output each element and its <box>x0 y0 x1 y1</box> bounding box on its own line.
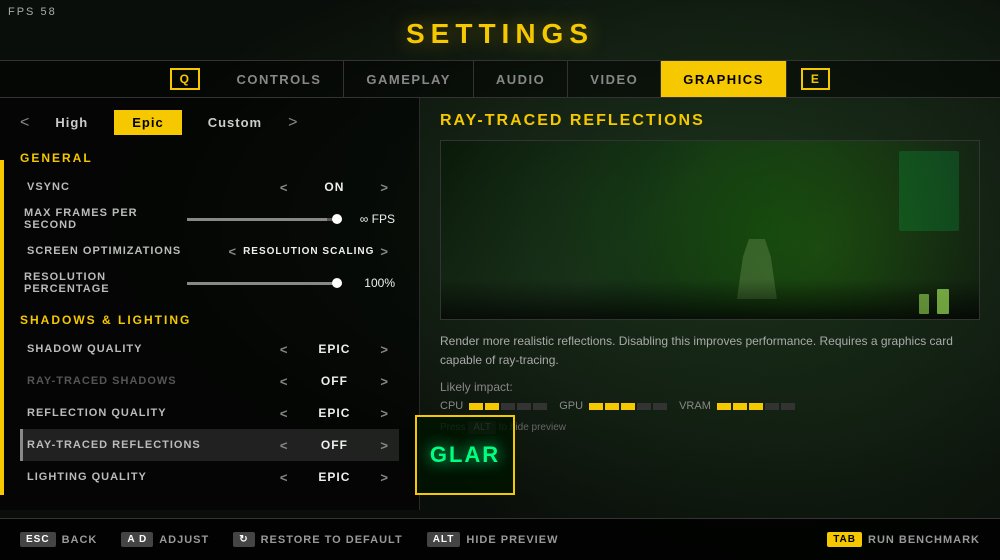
preview-description: Render more realistic reflections. Disab… <box>440 332 980 370</box>
yellow-accent-bar <box>0 160 4 495</box>
game-panel: GLAR <box>415 415 515 495</box>
vram-bars <box>717 403 795 410</box>
rayrefl-left-arrow[interactable]: < <box>280 438 289 453</box>
shadowq-right-arrow[interactable]: > <box>380 342 389 357</box>
preset-prev-arrow[interactable]: < <box>20 114 29 132</box>
preset-epic[interactable]: Epic <box>114 110 181 135</box>
shadowq-left-arrow[interactable]: < <box>280 342 289 357</box>
nav-item-controls[interactable]: CONTROLS <box>214 61 344 97</box>
rayrefl-right-arrow[interactable]: > <box>380 438 389 453</box>
action-hide-preview: ALT HIDE PREVIEW <box>427 532 559 547</box>
max-frames-track[interactable] <box>187 218 342 221</box>
reflq-right-arrow[interactable]: > <box>380 406 389 421</box>
screenopt-right-arrow[interactable]: > <box>380 244 389 259</box>
setting-shadow-quality: SHADOW QUALITY < Epic > <box>20 333 399 365</box>
impact-row: CPU GPU <box>440 400 980 412</box>
lightq-left-arrow[interactable]: < <box>280 470 289 485</box>
impact-vram: VRAM <box>679 400 795 412</box>
key-alt: ALT <box>427 532 461 547</box>
general-header: GENERAL <box>20 143 399 171</box>
nav-item-video[interactable]: VIDEO <box>568 61 661 97</box>
impact-gpu: GPU <box>559 400 667 412</box>
hide-preview-hint: Press ALT to hide preview <box>440 422 980 433</box>
action-benchmark: TAB RUN BENCHMARK <box>827 532 980 547</box>
bottom-bar: ESC BACK A D ADJUST ↻ RESTORE TO DEFAULT… <box>0 518 1000 560</box>
nav-item-graphics[interactable]: GRAPHICS <box>661 61 787 97</box>
reflq-left-arrow[interactable]: < <box>280 406 289 421</box>
vsync-left-arrow[interactable]: < <box>280 180 289 195</box>
action-restore: ↻ RESTORE TO DEFAULT <box>233 532 402 547</box>
setting-resolution: RESOLUTION PERCENTAGE 100% <box>20 267 399 299</box>
setting-vsync: VSYNC < On > <box>20 171 399 203</box>
setting-screen-opt: SCREEN OPTIMIZATIONS < RESOLUTION SCALIN… <box>20 235 399 267</box>
key-ad: A D <box>121 532 153 547</box>
preview-image <box>440 140 980 320</box>
key-restore-icon: ↻ <box>233 532 254 547</box>
setting-lighting-quality: LIGHTING QUALITY < Epic > <box>20 461 399 493</box>
preset-row: < High Epic Custom > <box>20 98 399 143</box>
game-panel-text: GLAR <box>430 442 500 468</box>
preset-high[interactable]: High <box>37 110 106 135</box>
preset-next-arrow[interactable]: > <box>288 114 297 132</box>
nav-key-left[interactable]: Q <box>156 61 215 97</box>
screenopt-left-arrow[interactable]: < <box>228 244 237 259</box>
cpu-bars <box>469 403 547 410</box>
resolution-track[interactable] <box>187 282 342 285</box>
nav-bar: Q CONTROLS GAMEPLAY AUDIO VIDEO GRAPHICS… <box>0 60 1000 98</box>
setting-max-frames: MAX FRAMES PER SECOND ∞ FPS <box>20 203 399 235</box>
impact-label: Likely impact: <box>440 380 980 394</box>
key-esc: ESC <box>20 532 56 547</box>
preset-custom[interactable]: Custom <box>190 110 280 135</box>
fps-counter: FPS 58 <box>8 6 57 18</box>
setting-ray-shadows: RAY-TRACED SHADOWS < Off > <box>20 365 399 397</box>
key-tab: TAB <box>827 532 862 547</box>
impact-cpu: CPU <box>440 400 547 412</box>
nav-key-right[interactable]: E <box>787 61 845 97</box>
lightq-right-arrow[interactable]: > <box>380 470 389 485</box>
vsync-right-arrow[interactable]: > <box>380 180 389 195</box>
setting-ray-reflections[interactable]: RAY-TRACED REFLECTIONS < Off > <box>20 429 399 461</box>
setting-reflection-quality: REFLECTION QUALITY < Epic > <box>20 397 399 429</box>
action-adjust: A D ADJUST <box>121 532 209 547</box>
action-back: ESC BACK <box>20 532 97 547</box>
page-title: SETTINGS <box>0 0 1000 50</box>
left-panel: < High Epic Custom > GENERAL VSYNC < On … <box>0 98 420 510</box>
nav-item-gameplay[interactable]: GAMEPLAY <box>344 61 473 97</box>
shadows-header: SHADOWS & LIGHTING <box>20 305 399 333</box>
nav-item-audio[interactable]: AUDIO <box>474 61 568 97</box>
preview-title: RAY-TRACED REFLECTIONS <box>440 112 980 130</box>
gpu-bars <box>589 403 667 410</box>
